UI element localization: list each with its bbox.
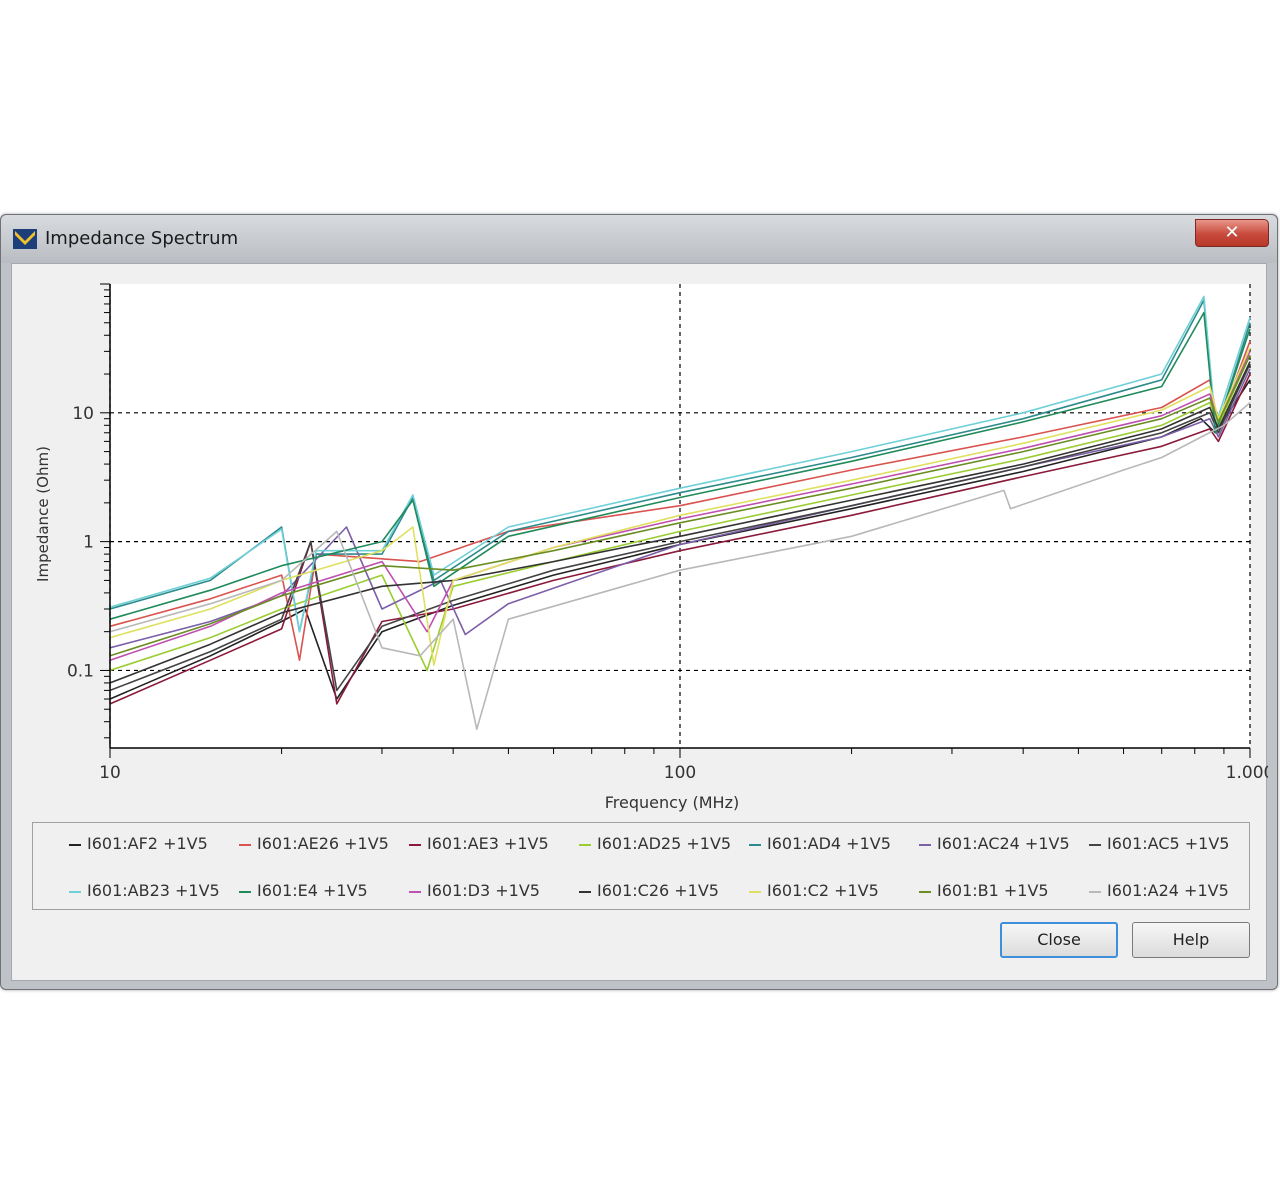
legend-swatch	[69, 843, 81, 846]
legend-swatch	[749, 843, 761, 846]
legend-label: I601:A24 +1V5	[1107, 881, 1229, 900]
x-tick-label: 100	[664, 763, 696, 783]
x-tick-labels: 10 100 1.000	[99, 763, 1268, 783]
impedance-spectrum-window: Impedance Spectrum ✕ 10 100 1.000 0.1 1 10 F…	[0, 214, 1278, 990]
legend-item: I601:AC5 +1V5	[1089, 834, 1229, 854]
legend-label: I601:AC5 +1V5	[1107, 834, 1230, 853]
legend-swatch	[409, 890, 421, 893]
legend-label: I601:D3 +1V5	[427, 881, 540, 900]
chart-legend: I601:AF2 +1V5 I601:AE26 +1V5 I601:AE3 +1V5…	[32, 822, 1250, 910]
title-bar[interactable]: Impedance Spectrum ✕	[1, 215, 1277, 263]
close-icon: ✕	[1224, 222, 1240, 243]
legend-swatch	[919, 843, 931, 846]
legend-label: I601:B1 +1V5	[937, 881, 1049, 900]
legend-item: I601:AE26 +1V5	[239, 834, 389, 854]
legend-label: I601:AE3 +1V5	[427, 834, 549, 853]
legend-item: I601:AB23 +1V5	[69, 881, 220, 901]
legend-label: I601:AB23 +1V5	[87, 881, 220, 900]
legend-item: I601:AF2 +1V5	[69, 834, 208, 854]
legend-swatch	[409, 843, 421, 846]
legend-label: I601:AC24 +1V5	[937, 834, 1070, 853]
legend-item: I601:AC24 +1V5	[919, 834, 1070, 854]
impedance-chart: 10 100 1.000 0.1 1 10 Frequency (MHz) Impeda…	[34, 283, 1268, 812]
y-axis-label: Impedance (Ohm)	[34, 446, 52, 582]
legend-label: I601:AD4 +1V5	[767, 834, 891, 853]
legend-swatch	[579, 843, 591, 846]
legend-label: I601:AD25 +1V5	[597, 834, 732, 853]
x-tick-label: 1.000	[1226, 763, 1268, 783]
x-tick-label: 10	[99, 763, 121, 783]
window-title: Impedance Spectrum	[45, 228, 239, 249]
legend-swatch	[579, 890, 591, 893]
y-tick-label: 1	[83, 533, 94, 553]
legend-item: I601:C2 +1V5	[749, 881, 879, 901]
y-tick-label: 10	[72, 404, 94, 424]
legend-item: I601:C26 +1V5	[579, 881, 719, 901]
legend-item: I601:AE3 +1V5	[409, 834, 549, 854]
legend-item: I601:A24 +1V5	[1089, 881, 1229, 901]
legend-item: I601:AD4 +1V5	[749, 834, 891, 854]
y-tick-label: 0.1	[67, 661, 94, 681]
legend-label: I601:C2 +1V5	[767, 881, 879, 900]
legend-label: I601:C26 +1V5	[597, 881, 719, 900]
help-button[interactable]: Help	[1132, 922, 1250, 958]
legend-swatch	[1089, 890, 1101, 893]
x-axis-label: Frequency (MHz)	[605, 793, 739, 812]
legend-item: I601:E4 +1V5	[239, 881, 368, 901]
legend-item: I601:AD25 +1V5	[579, 834, 731, 854]
legend-item: I601:D3 +1V5	[409, 881, 540, 901]
legend-item: I601:B1 +1V5	[919, 881, 1049, 901]
legend-label: I601:E4 +1V5	[257, 881, 368, 900]
legend-swatch	[1089, 843, 1101, 846]
close-button[interactable]: Close	[1000, 922, 1118, 958]
app-logo-icon	[13, 229, 37, 249]
dialog-client-area: 10 100 1.000 0.1 1 10 Frequency (MHz) Impeda…	[11, 263, 1268, 981]
y-tick-labels: 0.1 1 10	[67, 404, 94, 682]
window-close-button[interactable]: ✕	[1195, 219, 1269, 247]
legend-label: I601:AE26 +1V5	[257, 834, 389, 853]
legend-swatch	[69, 890, 81, 893]
legend-swatch	[239, 890, 251, 893]
legend-swatch	[239, 843, 251, 846]
legend-label: I601:AF2 +1V5	[87, 834, 208, 853]
legend-swatch	[919, 890, 931, 893]
legend-swatch	[749, 890, 761, 893]
